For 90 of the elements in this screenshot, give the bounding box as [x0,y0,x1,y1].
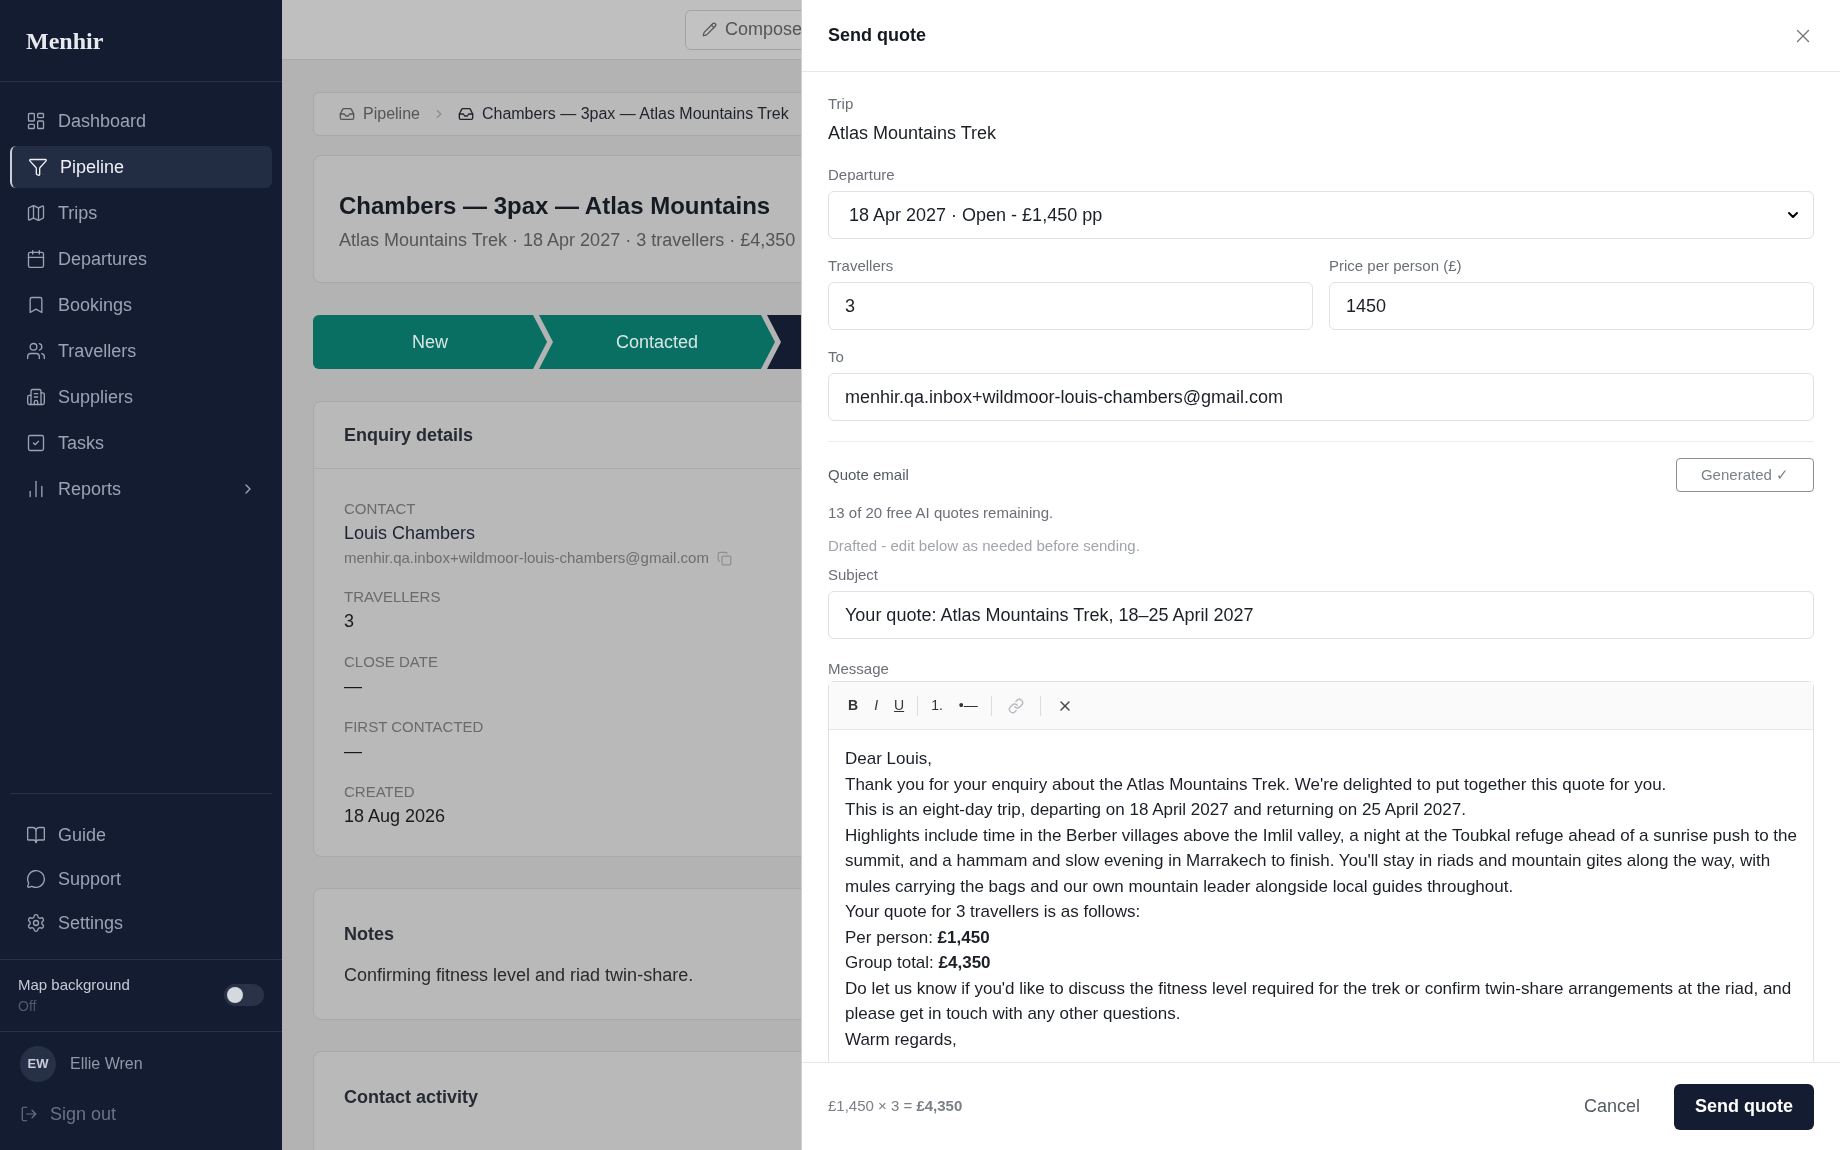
field-label: Subject [828,565,880,585]
nav-item[interactable]: Support [10,857,272,901]
format-button[interactable]: 1. [928,695,946,716]
nav-item[interactable]: Reports [10,468,272,510]
field-label: Message [828,660,889,677]
breadcrumb-link[interactable]: Pipeline [339,102,420,126]
user-name: Ellie Wren [70,1054,143,1074]
avatar: EW [20,1046,56,1082]
quota-text: 13 of 20 free AI quotes remaining. [828,503,1055,523]
users-icon [26,341,46,361]
field-value: Louis Chambers [344,522,477,545]
sign-out-link[interactable]: Sign out [20,1092,262,1136]
book-icon [26,825,46,845]
app-logo: Menhir [26,26,104,56]
section-title: Quote email [828,464,909,485]
message-paragraph: Your quote for 3 travellers is as follows: [845,901,1142,923]
field-value: 3 [344,609,355,633]
field-label: To [828,347,845,367]
field-value: 18 Aug 2026 [344,804,447,828]
message-paragraph: Warm regards, [845,1028,958,1051]
field-label: Departure [828,165,896,185]
setting-label: Map background [18,974,131,995]
pencil-icon [702,22,717,37]
field-label: Trip [828,94,855,114]
card-title: Notes [344,922,395,946]
travellers-field[interactable]: 3 [828,282,1313,330]
nav-item[interactable]: Settings [10,901,272,945]
nav-item[interactable]: Tasks [10,422,272,464]
card-title: Enquiry details [344,423,474,447]
format-button[interactable]: U [891,695,908,716]
nav-item[interactable]: Dashboard [10,100,272,142]
drawer-title: Send quote [828,24,926,47]
field-value: — [344,739,363,763]
nav-item[interactable]: Travellers [10,330,272,372]
nav-item[interactable]: Departures [10,238,272,280]
toggle-switch[interactable] [224,984,264,1007]
field-label: CONTACT [344,499,417,519]
contact-email: menhir.qa.inbox+wildmoor-louis-chambers@gmail.com [344,548,709,568]
breadcrumb-link[interactable]: Chambers — 3pax — Atlas Mountains Trek [457,102,789,126]
building-icon [26,387,46,407]
inbox-icon [457,106,474,122]
settings-icon [26,913,46,933]
field-label: TRAVELLERS [344,586,442,607]
message-paragraph: Per person: £1,450 [845,926,991,949]
message-paragraph: Group total: £4,350 [845,952,992,974]
message-paragraph: Highlights include time in the Berber villages above the Imlil valley, a night at the Toubkal refuge ahead of a sunrise push to the summit, and a hammam and slow evening in Marrakech to finish. You'll stay in riads and mountain gites along the way, with mules carrying the bags and our own mountain leader alongside local guides throughout. [845,824,1797,898]
nav-item[interactable]: Pipeline [10,146,272,188]
deal-summary: Atlas Mountains Trek · 18 Apr 2027 · 3 travellers · £4,350 [339,229,797,252]
checkbox-icon [26,433,46,453]
sign-out-icon [20,1105,38,1123]
field-label: CREATED [344,781,416,802]
nav-item[interactable]: Trips [10,192,272,234]
calendar-icon [26,249,46,269]
inbox-icon [339,106,355,122]
chat-bubble-icon [26,869,46,889]
send-quote-button[interactable]: Send quote [1674,1083,1814,1130]
departure-select[interactable]: 18 Apr 2027 · Open - £1,450 pp [828,191,1814,239]
funnel-icon [28,157,48,177]
nav-item[interactable]: Bookings [10,284,272,326]
subject-field[interactable]: Your quote: Atlas Mountains Trek, 18–25 April 2027 [828,591,1814,639]
field-label: FIRST CONTACTED [344,716,485,737]
message-paragraph: Dear Louis, [845,748,933,770]
price-field[interactable]: 1450 [1329,282,1814,330]
pipeline-stage[interactable]: Contacted [539,315,775,369]
notes-text: Confirming fitness level and riad twin-share. [344,963,695,987]
message-paragraph: This is an eight-day trip, departing on 18 April 2027 and returning on 25 April 2027. [845,799,1467,821]
cancel-button[interactable]: Cancel [1575,1093,1648,1120]
deal-title: Chambers — 3pax — Atlas Mountains [339,191,772,221]
message-paragraph: Thank you for your enquiry about the Atlas Mountains Trek. We're delighted to put together this quote for you. [845,773,1668,796]
dashboard-icon [26,111,46,131]
format-button[interactable]: B [845,695,862,716]
pipeline-stage[interactable]: New [313,315,547,369]
nav-item[interactable]: Guide [10,813,272,857]
trip-name: Atlas Mountains Trek [828,122,998,145]
nav-item[interactable]: Suppliers [10,376,272,418]
card-title: Contact activity [344,1085,480,1109]
generated-button[interactable]: Generated ✓ [1675,458,1814,492]
map-icon [26,203,46,223]
field-label: Travellers [828,256,895,276]
field-label: CLOSE DATE [344,651,439,672]
draft-hint: Drafted - edit below as needed before sending. [828,535,1141,556]
compose-button[interactable]: Compose [685,9,801,50]
format-button[interactable]: •— [955,695,981,716]
setting-state: Off [18,997,38,1016]
field-value: — [344,674,363,698]
message-paragraph: Do let us know if you'd like to discuss the fitness level required for the trek or confirm twin-share arrangements at the riad, and please get in touch with any other questions. [845,977,1793,1025]
recipient-field[interactable]: menhir.qa.inbox+wildmoor-louis-chambers@gmail.com [828,373,1814,421]
format-button[interactable]: I [871,695,881,716]
field-label: Price per person (£) [1329,256,1463,276]
price-summary: £1,450 × 3 = £4,350 [828,1096,963,1117]
